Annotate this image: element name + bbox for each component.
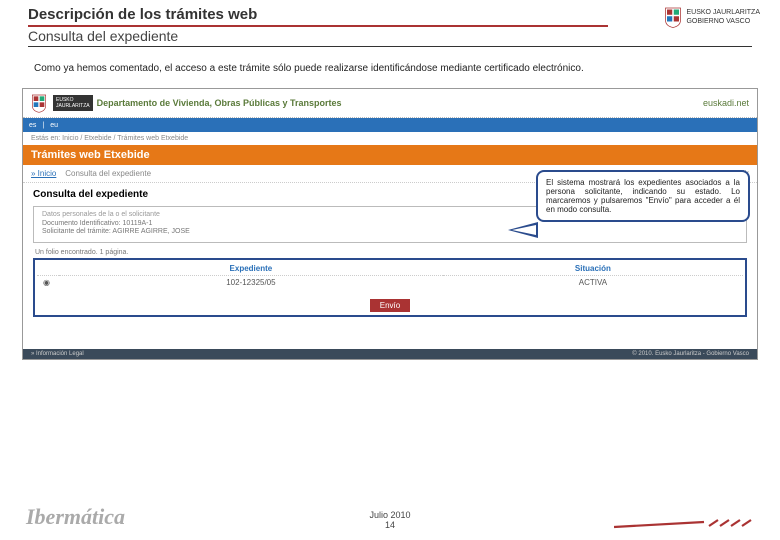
gov-logo: EUSKO JAURLARITZA GOBIERNO VASCO xyxy=(664,6,760,28)
applicant-row: Solicitante del trámite: AGIRRE AGIRRE, … xyxy=(42,228,738,235)
page-title: Descripción de los trámites web xyxy=(28,6,608,27)
records-table: Expediente Situación ◉ 102-12325/05 ACTI… xyxy=(37,262,743,289)
table-row[interactable]: ◉ 102-12325/05 ACTIVA xyxy=(37,276,743,290)
decorative-stripes-icon xyxy=(614,516,754,530)
col-select xyxy=(37,262,59,276)
slide-date: Julio 201014 xyxy=(369,510,410,530)
gov-line1: EUSKO JAURLARITZA xyxy=(686,8,760,17)
top-nav-bar: es | eu xyxy=(23,118,757,132)
shield-icon xyxy=(664,6,682,28)
col-situacion: Situación xyxy=(443,262,743,276)
euskadi-brand: euskadi.net xyxy=(703,98,749,108)
row-expediente: 102-12325/05 xyxy=(59,276,443,290)
page-subtitle: Consulta del expediente xyxy=(28,28,752,44)
dept-name: Departamento de Vivienda, Obras Públicas… xyxy=(97,98,342,108)
breadcrumb: Estás en: Inicio / Etxebide / Trámites w… xyxy=(23,132,757,145)
screenshot-footer: » Información Legal © 2010. Eusko Jaurla… xyxy=(23,349,757,359)
lang-es[interactable]: es xyxy=(29,122,36,129)
copyright: © 2010. Eusko Jaurlaritza - Gobierno Vas… xyxy=(632,351,749,357)
subnav-current: Consulta del expediente xyxy=(65,169,151,178)
section-title-bar: Trámites web Etxebide xyxy=(23,145,757,165)
callout-box: El sistema mostrará los expedientes asoc… xyxy=(536,170,750,222)
record-selection-box: Expediente Situación ◉ 102-12325/05 ACTI… xyxy=(33,258,747,317)
envio-button[interactable]: Envío xyxy=(370,299,410,312)
lang-eu[interactable]: eu xyxy=(50,122,58,129)
shield-icon xyxy=(31,93,47,113)
intro-text: Como ya hemos comentado, el acceso a est… xyxy=(0,49,780,84)
embedded-screenshot: EUSKOJAURLARITZA Departamento de Viviend… xyxy=(22,88,758,360)
dept-box: EUSKOJAURLARITZA xyxy=(53,95,93,111)
callout-pointer xyxy=(508,222,538,238)
company-logo: Ibermática xyxy=(26,504,125,530)
row-radio[interactable]: ◉ xyxy=(37,276,59,290)
col-expediente: Expediente xyxy=(59,262,443,276)
result-count: Un folio encontrado. 1 página. xyxy=(35,249,747,256)
subnav-inicio-link[interactable]: » Inicio xyxy=(31,169,56,178)
gov-line2: GOBIERNO VASCO xyxy=(686,17,760,26)
legal-link[interactable]: » Información Legal xyxy=(31,351,84,357)
row-situacion: ACTIVA xyxy=(443,276,743,290)
